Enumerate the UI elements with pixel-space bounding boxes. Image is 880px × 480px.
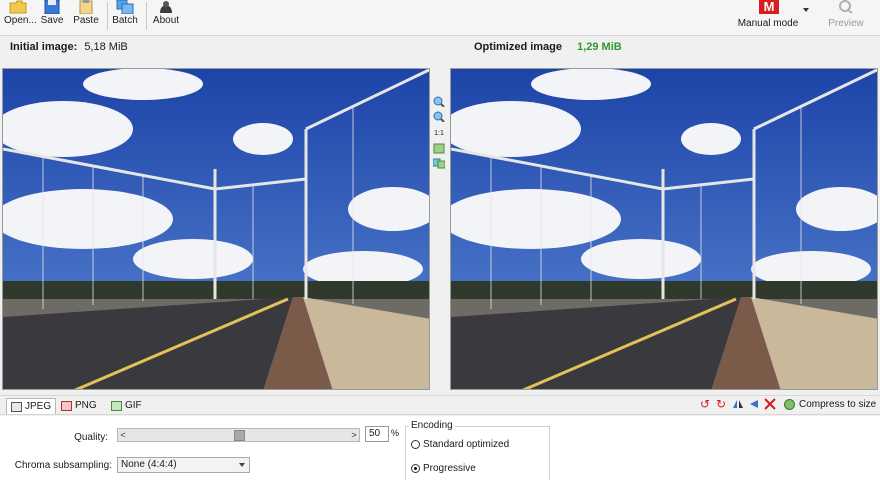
toolbar-separator — [107, 2, 108, 30]
toolbar: Open... Save Paste Batch About M Manual … — [0, 0, 880, 36]
batch-icon — [116, 0, 134, 14]
chroma-subsampling-value: None (4:4:4) — [121, 459, 177, 470]
manual-mode-label: Manual mode — [737, 18, 799, 29]
tab-gif-label: GIF — [125, 400, 142, 411]
floppy-disk-icon — [44, 0, 60, 14]
preview-label: Preview — [828, 18, 864, 29]
slider-right-arrow-icon[interactable]: > — [349, 429, 359, 441]
optimized-image-header: Optimized image 1,29 MiB — [474, 41, 622, 55]
about-label: About — [152, 15, 180, 26]
mode-dropdown-arrow[interactable] — [803, 8, 809, 12]
crop-icon[interactable] — [764, 398, 776, 410]
batch-button[interactable]: Batch — [111, 0, 139, 34]
app-window: Open... Save Paste Batch About M Manual … — [0, 0, 880, 480]
rotate-right-icon[interactable]: ↻ — [715, 398, 727, 410]
clipboard-icon — [79, 0, 93, 14]
quality-slider-thumb[interactable] — [234, 430, 245, 441]
initial-image-view[interactable] — [2, 68, 430, 390]
gif-icon — [111, 401, 122, 411]
standard-optimized-label: Standard optimized — [423, 439, 510, 450]
tab-gif[interactable]: GIF — [107, 398, 142, 414]
quality-label: Quality: — [74, 432, 108, 443]
slider-left-arrow-icon[interactable]: < — [118, 429, 128, 441]
compare-icon[interactable] — [433, 158, 445, 169]
png-icon — [61, 401, 72, 411]
flip-horizontal-icon[interactable] — [732, 398, 744, 410]
quality-unit: % — [391, 428, 400, 438]
fit-icon[interactable] — [433, 143, 445, 154]
bridge-photo-optimized — [451, 69, 877, 389]
optimized-image-view[interactable] — [450, 68, 878, 390]
chevron-down-icon — [239, 463, 245, 467]
initial-image-label: Initial image: — [10, 41, 78, 53]
chroma-subsampling-select[interactable]: None (4:4:4) — [117, 457, 250, 473]
encoding-title: Encoding — [409, 420, 455, 431]
initial-image-header: Initial image: 5,18 MiB — [10, 41, 128, 55]
folder-icon — [9, 0, 27, 14]
flip-vertical-icon[interactable] — [748, 398, 760, 410]
radio-progressive[interactable] — [411, 464, 420, 473]
initial-image-size: 5,18 MiB — [84, 41, 128, 53]
jpeg-icon — [11, 402, 22, 412]
toolbar-separator — [146, 2, 147, 30]
manual-mode-icon: M — [759, 0, 779, 14]
about-icon — [160, 1, 172, 13]
tab-png[interactable]: PNG — [57, 398, 97, 414]
tab-jpeg-label: JPEG — [25, 401, 52, 412]
chroma-subsampling-label: Chroma subsampling: — [14, 460, 112, 471]
bridge-photo-initial — [3, 69, 429, 389]
batch-label: Batch — [112, 15, 138, 26]
paste-label: Paste — [73, 15, 99, 26]
zoom-out-icon[interactable] — [433, 111, 445, 122]
compress-label: Compress to size — [799, 399, 877, 410]
compress-to-size-button[interactable]: Compress to size — [784, 398, 876, 412]
open-label: Open... — [4, 15, 37, 26]
open-button[interactable]: Open... — [4, 0, 37, 34]
quality-slider[interactable]: < > — [117, 428, 360, 442]
radio-standard-optimized[interactable] — [411, 440, 420, 449]
optimized-image-label: Optimized image — [474, 41, 563, 53]
save-button[interactable]: Save — [38, 0, 66, 34]
magnifier-icon — [839, 0, 853, 14]
preview-button[interactable]: Preview — [826, 0, 866, 34]
optimized-image-size: 1,29 MiB — [577, 41, 622, 53]
actual-size-button[interactable]: 1:1 — [433, 128, 445, 139]
manual-mode-button[interactable]: M Manual mode — [736, 0, 800, 34]
about-button[interactable]: About — [150, 0, 182, 34]
paste-button[interactable]: Paste — [72, 0, 100, 34]
quality-input[interactable]: 50 — [365, 426, 389, 442]
tab-jpeg[interactable]: JPEG — [6, 398, 57, 414]
save-label: Save — [40, 15, 64, 26]
tab-png-label: PNG — [75, 400, 97, 411]
zoom-in-icon[interactable] — [433, 96, 445, 107]
compress-icon — [784, 399, 795, 410]
progressive-label: Progressive — [423, 463, 476, 474]
rotate-left-icon[interactable]: ↺ — [699, 398, 711, 410]
